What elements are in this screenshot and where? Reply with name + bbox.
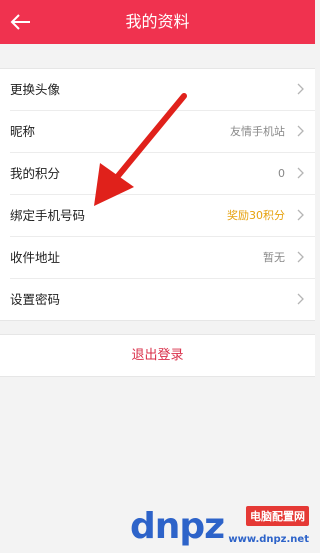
row-bind-phone[interactable]: 绑定手机号码 奖励30积分 bbox=[10, 195, 315, 237]
chevron-right-icon bbox=[297, 83, 304, 95]
reward-badge: 奖励30积分 bbox=[227, 209, 285, 222]
row-label: 昵称 bbox=[10, 124, 36, 139]
nickname-value: 友情手机站 bbox=[230, 125, 285, 138]
chevron-right-icon bbox=[297, 293, 304, 305]
row-label: 设置密码 bbox=[10, 292, 61, 307]
address-value: 暂无 bbox=[263, 251, 285, 264]
logout-button[interactable]: 退出登录 bbox=[0, 334, 315, 377]
row-label: 更换头像 bbox=[10, 82, 61, 97]
row-label: 收件地址 bbox=[10, 250, 61, 265]
row-label: 绑定手机号码 bbox=[10, 208, 86, 223]
chevron-right-icon bbox=[297, 209, 304, 221]
chevron-right-icon bbox=[297, 167, 304, 179]
watermark-url: www.dnpz.net bbox=[228, 534, 309, 545]
chevron-right-icon bbox=[297, 251, 304, 263]
row-label: 我的积分 bbox=[10, 166, 61, 181]
site-watermark: dnpz 电脑配置网 www.dnpz.net bbox=[126, 500, 315, 553]
row-shipping-address[interactable]: 收件地址 暂无 bbox=[10, 237, 315, 279]
watermark-logo: dnpz bbox=[130, 506, 225, 547]
points-value: 0 bbox=[278, 167, 285, 180]
row-my-points[interactable]: 我的积分 0 bbox=[10, 153, 315, 195]
chevron-right-icon bbox=[297, 125, 304, 137]
row-set-password[interactable]: 设置密码 bbox=[10, 279, 315, 320]
watermark-site-name: 电脑配置网 bbox=[246, 506, 309, 526]
page-title: 我的资料 bbox=[125, 12, 190, 31]
row-nickname[interactable]: 昵称 友情手机站 bbox=[10, 111, 315, 153]
profile-settings-list: 更换头像 昵称 友情手机站 我的积分 0 绑定手机号码 奖励30积分 收件地址 … bbox=[0, 68, 315, 321]
row-change-avatar[interactable]: 更换头像 bbox=[10, 69, 315, 111]
app-header: 我的资料 bbox=[0, 0, 315, 44]
